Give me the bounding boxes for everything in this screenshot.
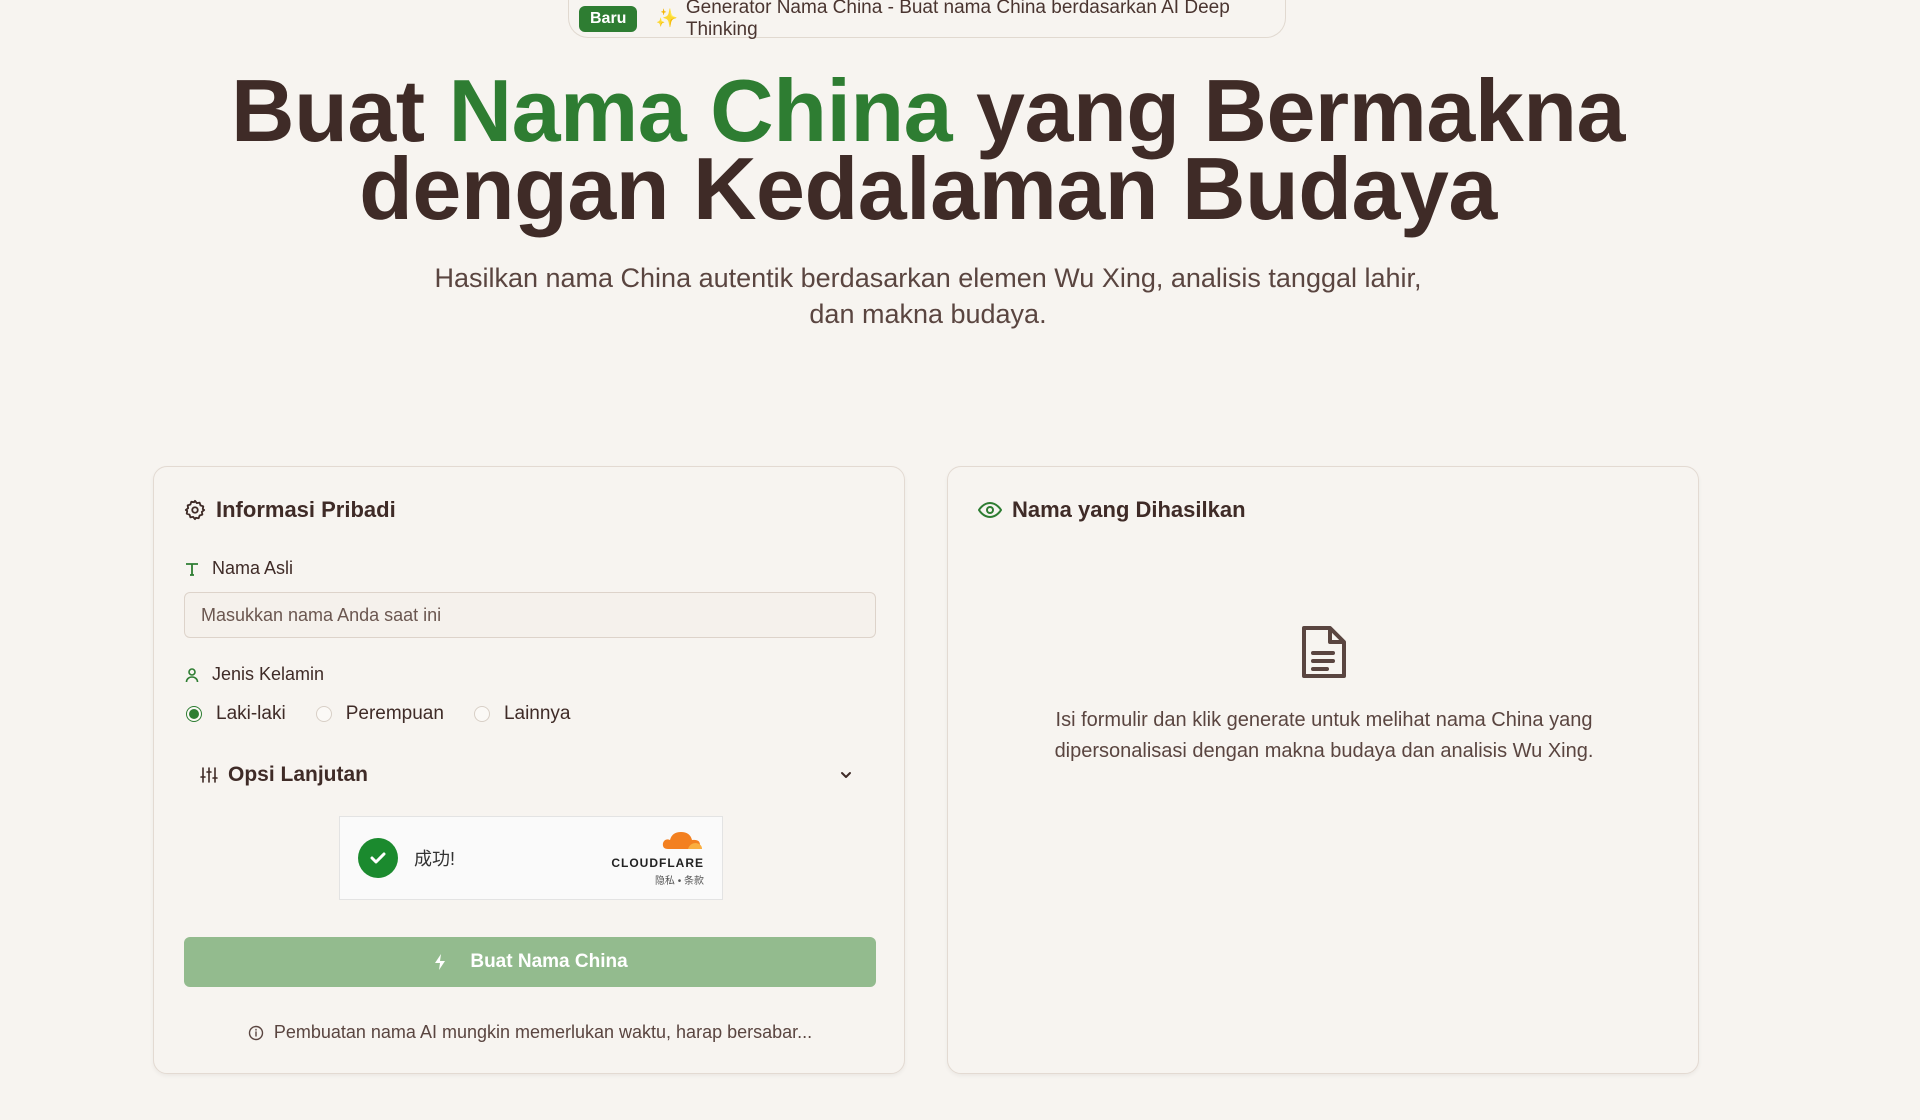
generated-names-title: Nama yang Dihasilkan (1012, 497, 1246, 522)
gender-field-label: Jenis Kelamin (184, 664, 324, 685)
radio-female[interactable] (315, 706, 332, 722)
cloudflare-logo: CLOUDFLARE 隐私 • 条款 (611, 829, 704, 887)
generate-name-button[interactable]: Buat Nama China (184, 937, 876, 987)
announcement-text: Generator Nama China - Buat nama China b… (685, 0, 1230, 40)
gender-label: Jenis Kelamin (212, 664, 325, 684)
radio-other-label: Lainnya (503, 703, 571, 724)
personal-info-card: Informasi Pribadi Nama Asli Jenis Kelami… (153, 466, 905, 1074)
name-input[interactable] (184, 592, 876, 638)
radio-other[interactable] (473, 706, 490, 722)
text-icon (186, 562, 198, 576)
captcha-status: 成功! (414, 849, 456, 869)
hero-title: Buat Nama China yang Bermakna dengan Ked… (0, 67, 1856, 238)
success-check-icon (358, 838, 398, 878)
hero-title-line2: dengan Kedalaman Budaya (359, 139, 1497, 238)
info-icon (248, 1025, 264, 1040)
chevron-down-icon (841, 772, 851, 778)
gender-option-male[interactable]: Laki-laki (186, 703, 286, 725)
announcement-banner[interactable]: Baru ✨ Generator Nama China - Buat nama … (568, 0, 1286, 40)
hero-subtitle: Hasilkan nama China autentik berdasarkan… (434, 263, 1422, 329)
user-icon (185, 667, 199, 682)
radio-male[interactable] (186, 706, 202, 722)
settings-icon (184, 499, 206, 521)
empty-state-text: Isi formulir dan klik generate untuk mel… (1054, 709, 1594, 762)
gender-radio-group: Laki-laki Perempuan Lainnya (186, 703, 601, 725)
gender-option-other[interactable]: Lainnya (473, 703, 571, 725)
generation-note: Pembuatan nama AI mungkin memerlukan wak… (154, 1022, 906, 1043)
generated-names-card: Nama yang Dihasilkan Isi formulir dan kl… (947, 466, 1699, 1074)
personal-info-title: Informasi Pribadi (216, 497, 396, 522)
radio-female-label: Perempuan (345, 703, 444, 724)
radio-male-label: Laki-laki (216, 703, 286, 724)
new-badge: Baru (579, 5, 638, 32)
gender-option-female[interactable]: Perempuan (315, 703, 444, 725)
captcha-links[interactable]: 隐私 • 条款 (611, 872, 704, 887)
sparkle-icon: ✨ (655, 8, 678, 28)
name-label: Nama Asli (212, 558, 294, 578)
advanced-options-toggle[interactable]: Opsi Lanjutan (200, 757, 854, 793)
cloudflare-captcha[interactable]: 成功! CLOUDFLARE 隐私 • 条款 (339, 816, 723, 900)
eye-icon (978, 501, 1002, 519)
cloudflare-text: CLOUDFLARE (611, 856, 704, 870)
document-icon (1300, 625, 1348, 684)
sliders-icon (200, 767, 218, 783)
generation-note-text: Pembuatan nama AI mungkin memerlukan wak… (273, 1022, 813, 1042)
card-title-generated: Nama yang Dihasilkan (978, 497, 1246, 523)
generate-button-label: Buat Nama China (470, 951, 628, 972)
advanced-options-label: Opsi Lanjutan (228, 763, 369, 786)
card-title-personal-info: Informasi Pribadi (184, 497, 396, 523)
name-field-label: Nama Asli (184, 558, 293, 579)
lightning-icon (435, 954, 446, 970)
cloud-icon (662, 832, 702, 849)
